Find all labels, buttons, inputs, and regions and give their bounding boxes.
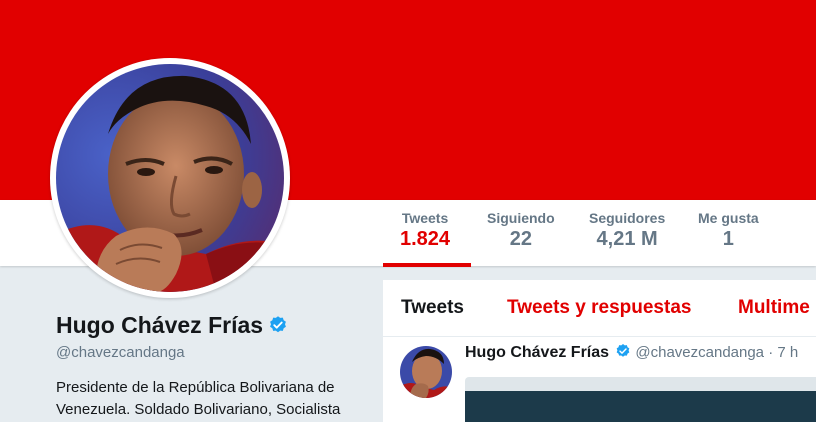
- stat-following[interactable]: Siguiendo 22: [487, 210, 555, 251]
- stat-followers-label: Seguidores: [589, 210, 666, 226]
- profile-avatar-frame[interactable]: [50, 58, 290, 298]
- profile-name-row: Hugo Chávez Frías: [56, 312, 288, 341]
- stat-followers[interactable]: Seguidores 4,21 M: [589, 210, 665, 251]
- tweet-avatar[interactable]: [400, 346, 452, 398]
- tweet-author-handle[interactable]: @chavezcandanga: [635, 344, 764, 361]
- active-tab-indicator: [383, 263, 471, 267]
- tab-tweets-and-replies[interactable]: Tweets y respuestas: [507, 297, 691, 319]
- tab-tweets[interactable]: Tweets: [401, 297, 464, 319]
- tab-media[interactable]: Multime: [738, 297, 810, 319]
- tweet-media-image: [465, 391, 816, 422]
- profile-name: Hugo Chávez Frías: [56, 312, 264, 338]
- verified-badge-icon: [268, 314, 288, 341]
- timeline-tabs: Tweets Tweets y respuestas Multime: [383, 280, 816, 337]
- stat-tweets-label: Tweets: [401, 210, 449, 226]
- tweet-timestamp[interactable]: 7 h: [777, 344, 798, 361]
- stat-tweets-value: 1.824: [400, 228, 451, 250]
- stat-tweets[interactable]: Tweets 1.824: [400, 210, 450, 251]
- tweet-media[interactable]: [465, 377, 816, 422]
- profile-photo: [56, 64, 284, 292]
- stat-likes-label: Me gusta: [698, 210, 759, 226]
- stat-following-value: 22: [509, 228, 532, 250]
- tweet-separator: ·: [768, 344, 774, 361]
- profile-handle[interactable]: @chavezcandanga: [56, 344, 185, 361]
- profile-avatar[interactable]: [56, 64, 284, 292]
- tweet-avatar-photo: [400, 346, 452, 398]
- timeline: Tweets Tweets y respuestas Multime Hugo …: [383, 280, 816, 422]
- stat-likes-value: 1: [722, 228, 734, 250]
- stat-followers-value: 4,21 M: [596, 228, 658, 250]
- profile-bio: Presidente de la República Bolivariana d…: [56, 379, 341, 418]
- tweet-author-name[interactable]: Hugo Chávez Frías: [465, 344, 609, 361]
- verified-badge-icon: [615, 343, 631, 363]
- stat-likes[interactable]: Me gusta 1: [698, 210, 759, 251]
- tweet-header: Hugo Chávez Frías @chavezcandanga · 7 h: [465, 343, 798, 363]
- stat-following-label: Siguiendo: [487, 210, 555, 226]
